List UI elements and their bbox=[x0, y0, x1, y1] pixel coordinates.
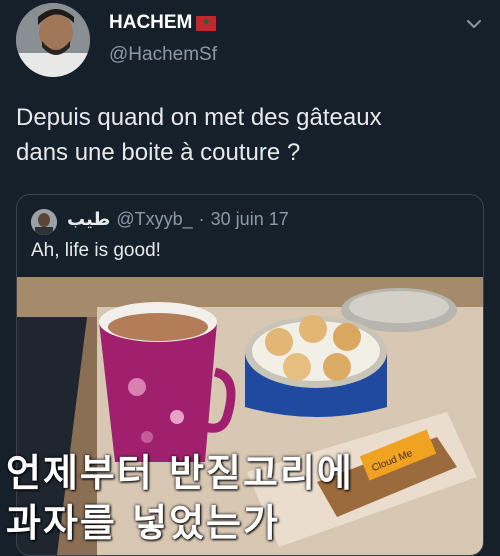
author-name[interactable]: HACHEM ★ bbox=[109, 12, 217, 34]
korean-caption: 언제부터 반짇고리에 과자를 넣었는가 bbox=[0, 448, 500, 548]
quoted-handle[interactable]: @Txyyb_ bbox=[116, 209, 192, 230]
quoted-header: طيب @Txyyb_ · 30 juin 17 bbox=[67, 209, 289, 230]
quoted-date[interactable]: 30 juin 17 bbox=[211, 209, 289, 230]
quoted-text: Ah, life is good! bbox=[31, 240, 161, 261]
author-avatar[interactable] bbox=[16, 3, 90, 77]
quoted-display-name[interactable]: طيب bbox=[67, 209, 110, 230]
tweet-text-line: dans une boite à couture ? bbox=[16, 139, 301, 166]
morocco-flag-icon: ★ bbox=[196, 15, 217, 31]
quoted-separator: · bbox=[198, 209, 205, 229]
quoted-avatar[interactable] bbox=[31, 209, 57, 235]
caption-line: 언제부터 반짇고리에 bbox=[6, 451, 354, 495]
chevron-down-icon[interactable] bbox=[464, 14, 484, 34]
author-display-name: HACHEM bbox=[109, 12, 193, 33]
tweet-text-line: Depuis quand on met des gâteaux bbox=[16, 104, 382, 131]
author-handle[interactable]: @HachemSf bbox=[109, 44, 217, 66]
tweet-text: Depuis quand on met des gâteaux dans une… bbox=[16, 100, 486, 170]
caption-line: 과자를 넣었는가 bbox=[6, 501, 280, 545]
